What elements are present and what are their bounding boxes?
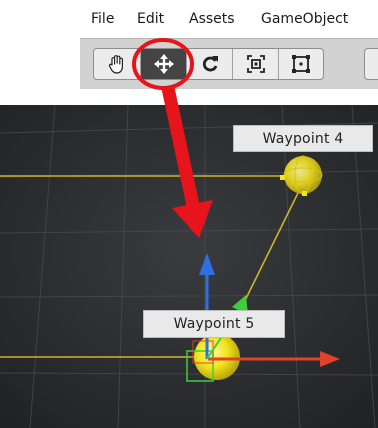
rotate-tool-button[interactable] (186, 49, 232, 79)
hand-icon (108, 55, 123, 74)
rect-transform-icon (292, 55, 310, 73)
menu-bar: File Edit Assets GameObject (0, 0, 378, 38)
hand-tool-button[interactable] (94, 49, 140, 79)
scale-tool-button[interactable] (232, 49, 278, 79)
menu-assets[interactable]: Assets (189, 11, 235, 27)
move-arrows-icon (153, 54, 174, 74)
scene-grid (0, 105, 378, 428)
menu-file[interactable]: File (91, 11, 114, 27)
transform-tools-group (93, 48, 324, 80)
waypoint-4-label: Waypoint 4 (233, 125, 373, 152)
waypoint-5-label: Waypoint 5 (143, 310, 285, 338)
scale-icon (246, 55, 265, 73)
rect-tool-button[interactable] (278, 49, 323, 79)
menu-gameobject[interactable]: GameObject (261, 11, 348, 27)
pivot-toggle-button[interactable] (364, 48, 378, 80)
menu-edit[interactable]: Edit (137, 11, 164, 27)
scene-view[interactable]: Waypoint 4 Waypoint 5 (0, 105, 378, 428)
toolbar (80, 38, 378, 89)
move-tool-button[interactable] (140, 49, 186, 79)
rotate-icon (202, 56, 218, 72)
